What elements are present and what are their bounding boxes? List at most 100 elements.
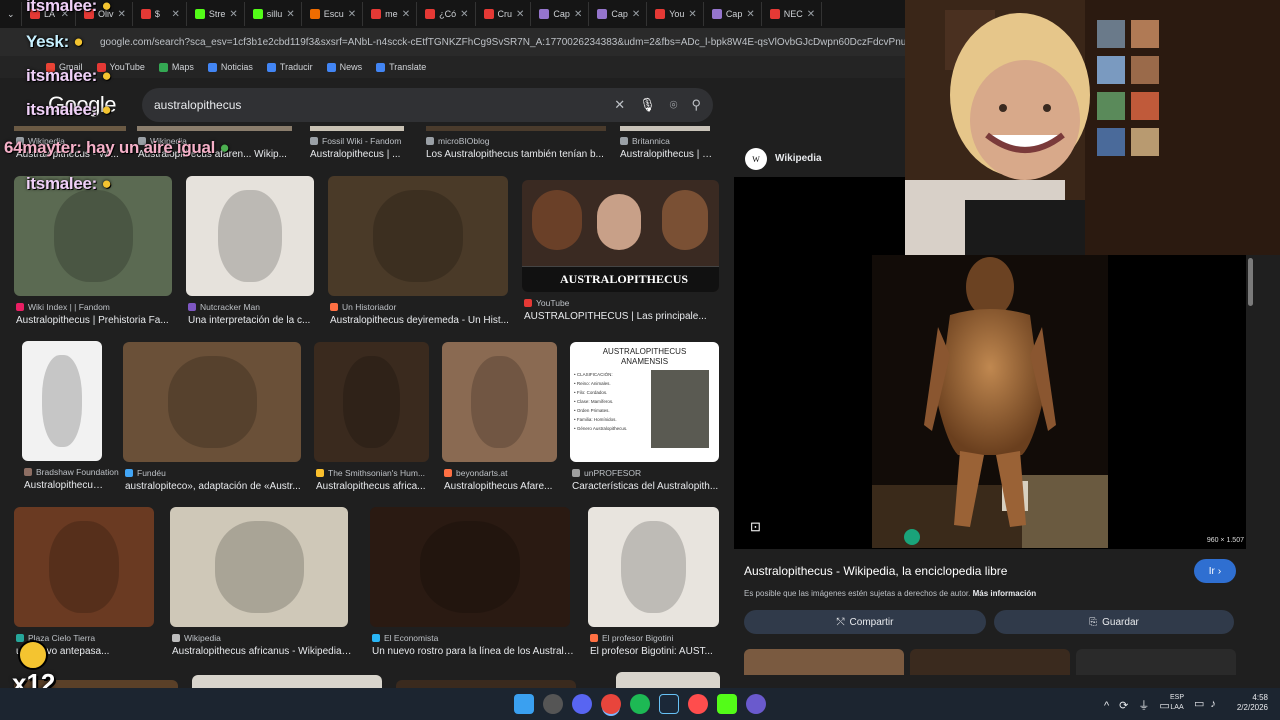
close-icon[interactable]: ✕ xyxy=(118,9,126,20)
preview-title[interactable]: Australopithecus - Wikipedia, la enciclo… xyxy=(744,564,1007,578)
result-thumbnail[interactable]: AUSTRALOPITHECUS ANAMENSIS • CLASIFICACIÓN… xyxy=(570,342,719,462)
result-thumbnail[interactable] xyxy=(396,680,576,688)
app-icon[interactable] xyxy=(543,694,563,714)
result-title[interactable]: Australopithecus | ... xyxy=(310,149,406,160)
panel-scroll-thumb[interactable] xyxy=(1248,258,1253,306)
browser-tab[interactable]: Cap ✕ xyxy=(706,2,762,26)
windows-start-icon[interactable] xyxy=(514,694,534,714)
browser-tab[interactable]: You ✕ xyxy=(649,2,704,26)
result-title[interactable]: Australopithecus | C... xyxy=(620,149,716,160)
source-favicon-icon xyxy=(316,469,324,477)
bookmark-item[interactable]: Maps xyxy=(158,62,194,72)
bookmark-item[interactable]: Translate xyxy=(376,62,426,72)
result-thumbnail[interactable] xyxy=(14,507,154,627)
tray-icons[interactable]: ^⟳⏚▭ xyxy=(1104,697,1180,713)
close-icon[interactable]: ✕ xyxy=(807,9,815,20)
result-thumbnail[interactable] xyxy=(192,675,382,688)
chrome-icon[interactable] xyxy=(601,694,621,714)
result-title[interactable]: El profesor Bigotini: AUST... xyxy=(590,646,723,657)
close-icon[interactable]: ✕ xyxy=(348,9,356,20)
browser-tab[interactable]: ¿Có ✕ xyxy=(419,2,476,26)
result-title[interactable]: Australopithecus deyiremeda - Un Hist... xyxy=(330,315,512,326)
address-bar[interactable]: google.com/search?sca_esv=1cf3b1e2cbd119… xyxy=(0,28,905,56)
browser-tab[interactable]: me ✕ xyxy=(365,2,418,26)
result-title[interactable]: Australopithecus africanus - Wikipedia,.… xyxy=(172,646,352,657)
result-title[interactable]: Un nuevo rostro para la línea de los Aus… xyxy=(372,646,574,657)
close-icon[interactable]: ✕ xyxy=(460,9,468,20)
steam-icon[interactable] xyxy=(659,694,679,714)
related-thumb[interactable] xyxy=(910,649,1070,675)
close-icon[interactable]: ✕ xyxy=(574,9,582,20)
lens-icon[interactable]: ⊡ xyxy=(750,519,761,535)
result-thumbnail[interactable]: AUSTRALOPITHECUS xyxy=(522,180,719,292)
save-button[interactable]: ⎘ Guardar xyxy=(994,610,1234,634)
search-box[interactable]: australopithecus ✕ 🎙 ⌾ ⚲ xyxy=(142,88,713,122)
more-info-link[interactable]: Más información xyxy=(973,589,1037,598)
search-input[interactable]: australopithecus xyxy=(154,98,241,112)
chevron-down-icon[interactable]: ⌄ xyxy=(7,9,15,20)
browser-tab[interactable]: sillu ✕ xyxy=(247,2,302,26)
result-thumbnail[interactable] xyxy=(328,176,508,296)
bookmark-item[interactable]: Traducir xyxy=(266,62,313,72)
bookmark-item[interactable]: Noticias xyxy=(207,62,253,72)
clock[interactable]: 4:58 2/2/2026 xyxy=(1224,693,1268,713)
clear-icon[interactable]: ✕ xyxy=(614,97,625,113)
close-icon[interactable]: ✕ xyxy=(688,9,696,20)
browser-tab[interactable]: Cap ✕ xyxy=(591,2,648,26)
share-button[interactable]: ⤲ Compartir xyxy=(744,610,986,634)
browser-tab[interactable]: Stre ✕ xyxy=(189,2,245,26)
result-thumbnail[interactable] xyxy=(616,672,720,688)
result-title[interactable]: australopiteco», adaptación de «Austr... xyxy=(125,481,305,492)
tab-menu[interactable]: ⌄ xyxy=(4,2,22,26)
site-name[interactable]: Wikipedia xyxy=(775,153,822,164)
browser-tab[interactable]: $ ✕ xyxy=(135,2,187,26)
tray-icons[interactable]: ▭♪ xyxy=(1194,697,1222,710)
panel-scrollbar[interactable] xyxy=(1246,255,1256,675)
close-icon[interactable]: ✕ xyxy=(746,9,754,20)
related-thumb[interactable] xyxy=(744,649,904,675)
page-scrollbar[interactable] xyxy=(1256,255,1280,688)
kick-icon[interactable] xyxy=(717,694,737,714)
browser-tab[interactable]: Cru ✕ xyxy=(478,2,532,26)
language-indicator[interactable]: ESP LAA xyxy=(1170,693,1184,713)
result-thumbnail[interactable] xyxy=(314,342,429,462)
browser-tab[interactable]: NEC ✕ xyxy=(764,2,823,26)
bookmark-item[interactable]: News xyxy=(326,62,362,72)
close-icon[interactable]: ✕ xyxy=(516,9,524,20)
browser-tab[interactable]: Escu ✕ xyxy=(304,2,364,26)
url-text[interactable]: google.com/search?sca_esv=1cf3b1e2cbd119… xyxy=(100,37,905,48)
close-icon[interactable]: ✕ xyxy=(172,9,180,20)
result-title[interactable]: Una interpretación de la c... xyxy=(188,315,318,326)
result-title[interactable]: Los Australopithecus también tenían b... xyxy=(426,149,606,160)
result-thumbnail[interactable] xyxy=(14,176,172,296)
result-title[interactable]: AUSTRALOPITHECUS | Las principale... xyxy=(524,311,723,322)
result-title[interactable]: Australopithecus Afare... xyxy=(444,481,561,492)
close-icon[interactable]: ✕ xyxy=(632,9,640,20)
spotify-icon[interactable] xyxy=(630,694,650,714)
result-title[interactable]: Características del Australopith... xyxy=(572,481,723,492)
result-title[interactable]: Australopithecus africa... xyxy=(316,481,433,492)
result-thumbnail[interactable] xyxy=(370,507,570,627)
lens-icon[interactable]: ⌾ xyxy=(670,97,678,113)
result-thumbnail[interactable] xyxy=(123,342,301,462)
result-thumbnail[interactable] xyxy=(22,341,102,461)
related-thumb[interactable] xyxy=(1076,649,1236,675)
result-title[interactable]: Australopithecus | Prehistoria Fa... xyxy=(16,315,176,326)
browser-tab[interactable]: Cap ✕ xyxy=(533,2,590,26)
close-icon[interactable]: ✕ xyxy=(402,9,410,20)
go-button[interactable]: Ir › xyxy=(1194,559,1236,583)
close-icon[interactable]: ✕ xyxy=(229,9,237,20)
result-thumbnail[interactable] xyxy=(170,507,348,627)
search-icon[interactable]: ⚲ xyxy=(691,97,701,113)
tab-label: NEC xyxy=(783,9,803,19)
result-thumbnail[interactable] xyxy=(186,176,314,296)
result-thumbnail[interactable] xyxy=(588,507,719,627)
discord-icon[interactable] xyxy=(572,694,592,714)
preview-image[interactable] xyxy=(872,255,1108,548)
media-player-icon[interactable] xyxy=(746,694,766,714)
close-icon[interactable]: ✕ xyxy=(286,9,294,20)
result-title[interactable]: Australopithecus af... xyxy=(24,480,106,491)
mic-icon[interactable]: 🎙 xyxy=(639,97,656,113)
app-icon[interactable] xyxy=(688,694,708,714)
result-thumbnail[interactable] xyxy=(442,342,557,462)
